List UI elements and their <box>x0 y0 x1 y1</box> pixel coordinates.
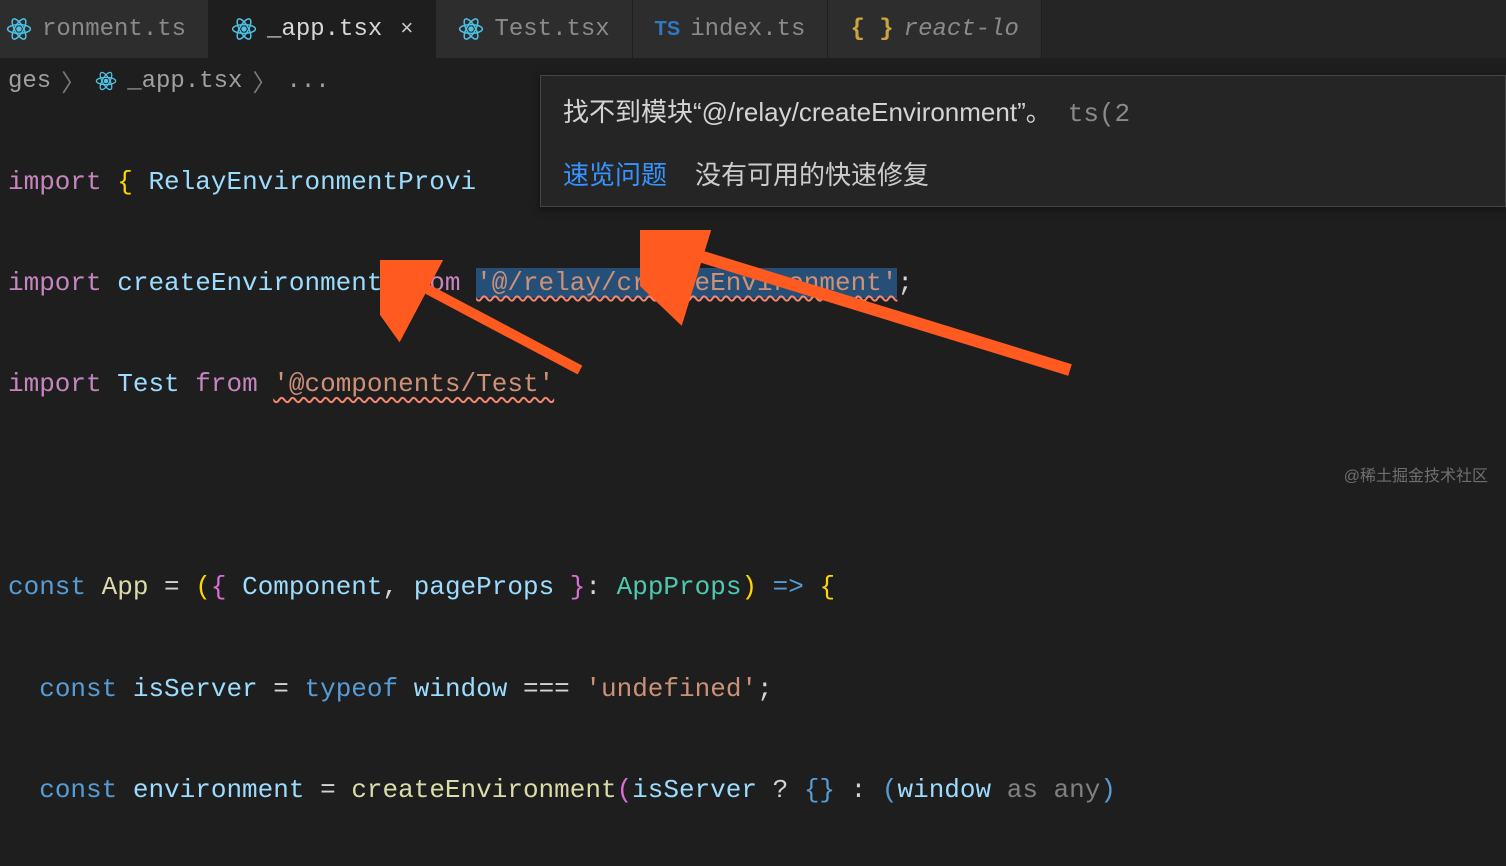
react-icon <box>231 16 257 42</box>
watermark: @稀土掘金技术社区 <box>1344 462 1488 486</box>
react-icon <box>458 16 484 42</box>
react-icon <box>95 70 117 92</box>
tab-label: Test.tsx <box>494 16 609 43</box>
tab-index-ts[interactable]: TS index.ts <box>633 0 829 58</box>
identifier: createEnvironment <box>117 268 382 298</box>
close-icon[interactable]: × <box>400 17 413 42</box>
kw-const: const <box>39 775 117 805</box>
string-literal: '@components/Test' <box>273 369 554 399</box>
chevron-right-icon: 〉 <box>61 63 85 99</box>
tab-bar: ronment.ts _app.tsx × Test.tsx TS index.… <box>0 0 1506 58</box>
string-literal: '@/relay/createEnvironment' <box>476 268 897 298</box>
identifier: Test <box>117 369 179 399</box>
code-editor[interactable]: import { RelayEnvironmentProvi import cr… <box>0 104 1506 866</box>
breadcrumb-file: _app.tsx <box>127 68 242 95</box>
tab-label: ronment.ts <box>42 16 186 43</box>
error-code: ts(2 <box>1068 99 1130 129</box>
kw-import: import <box>8 369 102 399</box>
kw-const: const <box>39 674 117 704</box>
breadcrumb-more: ... <box>286 68 329 95</box>
error-message: 找不到模块“@/relay/createEnvironment”。 <box>563 97 1052 127</box>
identifier: App <box>102 572 149 602</box>
error-hover: 找不到模块“@/relay/createEnvironment”。 ts(2 速览… <box>540 75 1506 207</box>
kw-from: from <box>398 268 460 298</box>
tab-label: index.ts <box>690 16 805 43</box>
tab-test-tsx[interactable]: Test.tsx <box>436 0 632 58</box>
breadcrumb-seg: ges <box>8 68 51 95</box>
tab-label: react-lo <box>904 16 1019 43</box>
kw-from: from <box>195 369 257 399</box>
chevron-right-icon: 〉 <box>252 63 276 99</box>
no-quick-fix-label: 没有可用的快速修复 <box>695 155 929 192</box>
kw-import: import <box>8 268 102 298</box>
tab-label: _app.tsx <box>267 16 382 43</box>
kw-import: import <box>8 167 102 197</box>
react-icon <box>6 16 32 42</box>
json-icon: { } <box>850 16 893 43</box>
tab-ronment-ts[interactable]: ronment.ts <box>0 0 209 58</box>
ts-icon: TS <box>655 18 681 41</box>
tab-react-lo[interactable]: { } react-lo <box>828 0 1041 58</box>
peek-problem-link[interactable]: 速览问题 <box>563 155 667 192</box>
tab-app-tsx[interactable]: _app.tsx × <box>209 0 436 58</box>
identifier: RelayEnvironmentProvi <box>148 167 476 197</box>
kw-const: const <box>8 572 86 602</box>
